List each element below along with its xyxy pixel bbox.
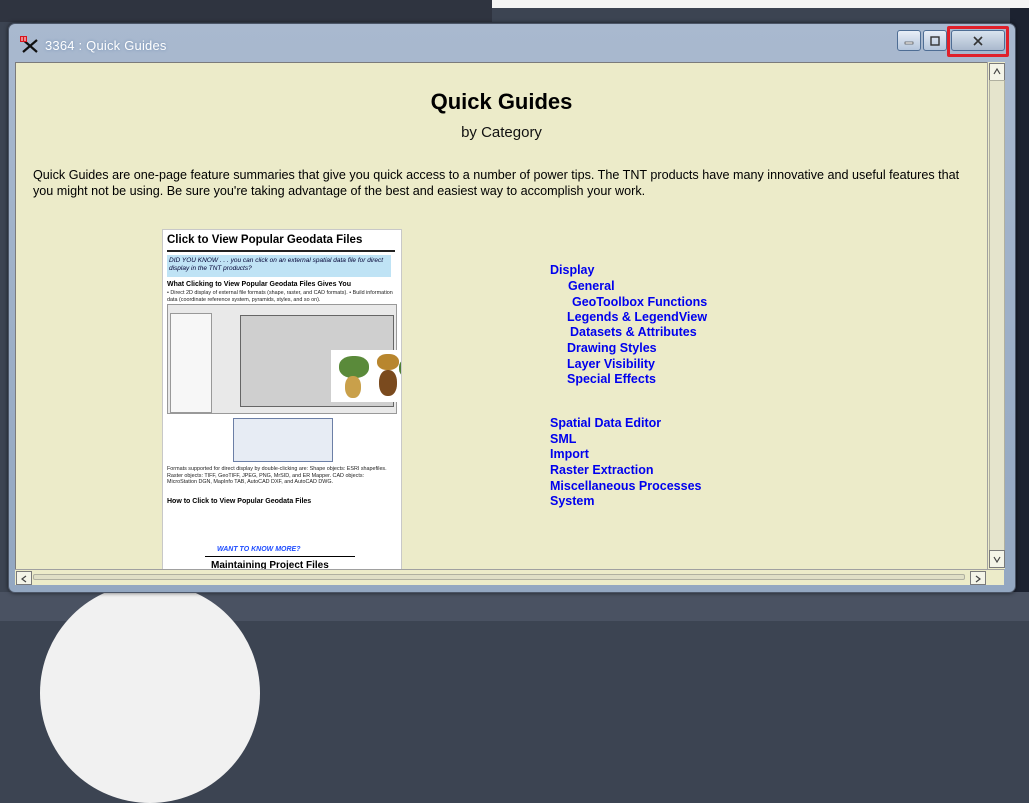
page-subtitle: by Category xyxy=(461,124,542,141)
minimize-button[interactable] xyxy=(897,30,921,51)
quick-guides-window: 3364 : Quick Guides Quick Guides by Cate… xyxy=(8,23,1016,593)
world-map-image xyxy=(331,350,401,402)
want-to-know-more: WANT TO KNOW MORE? xyxy=(217,546,301,553)
guide-section-text: • Direct 2D display of external file for… xyxy=(167,290,393,303)
guide-section-heading-2: How to Click to View Popular Geodata Fil… xyxy=(167,498,312,505)
scroll-down-icon xyxy=(993,556,1001,564)
scroll-left-button[interactable] xyxy=(16,571,32,585)
desktop-background xyxy=(0,0,492,22)
link-drawing-styles[interactable]: Drawing Styles xyxy=(567,341,657,355)
quick-guide-thumbnail[interactable]: Click to View Popular Geodata Files DID … xyxy=(162,229,402,570)
link-geotoolbox-functions[interactable]: GeoToolbox Functions xyxy=(572,295,707,309)
banner-rule xyxy=(205,556,355,557)
close-button-highlight xyxy=(947,26,1009,57)
divider xyxy=(167,250,395,252)
scroll-right-icon xyxy=(975,575,981,583)
content-area: Quick Guides by Category Quick Guides ar… xyxy=(15,62,988,571)
maximize-icon xyxy=(930,35,940,46)
desktop-decoration xyxy=(40,583,260,803)
link-datasets-attributes[interactable]: Datasets & Attributes xyxy=(570,325,697,339)
link-layer-visibility[interactable]: Layer Visibility xyxy=(567,357,655,371)
link-import[interactable]: Import xyxy=(550,447,589,461)
minimize-icon xyxy=(904,41,914,44)
maximize-button[interactable] xyxy=(923,30,947,51)
link-raster-extraction[interactable]: Raster Extraction xyxy=(550,463,654,477)
properties-dialog-image xyxy=(233,418,333,462)
link-display[interactable]: Display xyxy=(550,263,594,277)
page-title: Quick Guides xyxy=(430,89,573,114)
link-system[interactable]: System xyxy=(550,494,594,508)
scroll-right-button[interactable] xyxy=(970,571,986,585)
scroll-up-button[interactable] xyxy=(989,63,1005,81)
intro-paragraph: Quick Guides are one-page feature summar… xyxy=(33,168,960,198)
did-you-know-box: DID YOU KNOW . . . you can click on an e… xyxy=(167,255,391,277)
spatial-display-image xyxy=(240,315,401,407)
scroll-up-icon xyxy=(993,67,1001,75)
tnt-app-icon xyxy=(19,36,39,54)
link-general[interactable]: General xyxy=(568,279,615,293)
scroll-down-button[interactable] xyxy=(989,550,1005,568)
link-legends-legendview[interactable]: Legends & LegendView xyxy=(567,310,707,324)
vertical-scrollbar[interactable] xyxy=(987,62,1005,569)
horizontal-scrollbar[interactable] xyxy=(15,569,1004,585)
horizontal-scroll-thumb[interactable] xyxy=(33,574,965,580)
title-bar[interactable]: 3364 : Quick Guides xyxy=(9,24,1015,57)
vertical-scroll-thumb[interactable] xyxy=(989,80,1005,552)
scroll-left-icon xyxy=(21,575,27,583)
background-window-edge xyxy=(492,0,1029,8)
guide-screenshot xyxy=(167,304,401,414)
context-menu-image xyxy=(170,313,212,413)
link-miscellaneous-processes[interactable]: Miscellaneous Processes xyxy=(550,479,701,493)
window-title: 3364 : Quick Guides xyxy=(45,38,167,53)
guide-section-heading: What Clicking to View Popular Geodata Fi… xyxy=(167,281,351,288)
link-spatial-data-editor[interactable]: Spatial Data Editor xyxy=(550,416,661,430)
link-special-effects[interactable]: Special Effects xyxy=(567,372,656,386)
formats-text: Formats supported for direct display by … xyxy=(167,466,387,485)
guide-banner: WANT TO KNOW MORE? Maintaining Project F… xyxy=(167,546,395,570)
link-sml[interactable]: SML xyxy=(550,432,576,446)
guide-title: Click to View Popular Geodata Files xyxy=(167,234,363,246)
